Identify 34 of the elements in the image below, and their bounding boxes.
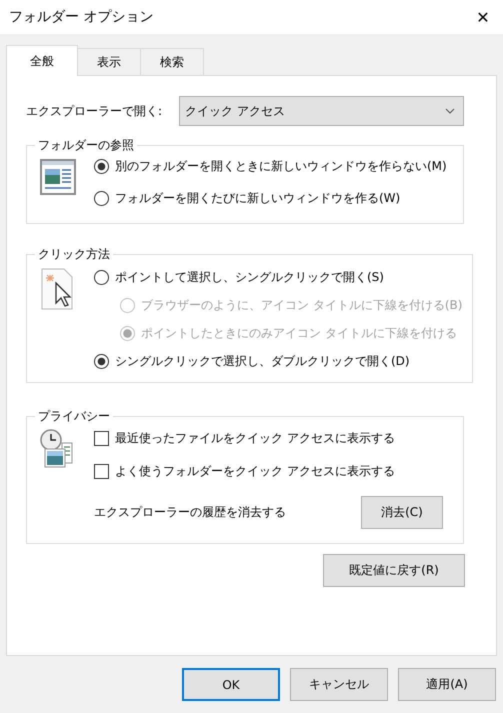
dialog-button[interactable]: キャンセル [290,668,388,701]
group-title: クリック方法 [37,246,111,263]
option-label: ポイントして選択し、シングルクリックで開く(S) [115,268,384,286]
open-in-label: エクスプローラーで開く: [26,102,164,120]
clear-history-label: エクスプローラーの履歴を消去する [94,504,286,521]
open-in-dropdown[interactable]: クイック アクセス [179,96,464,126]
dialog-button[interactable]: OK [182,668,280,701]
checkbox[interactable] [94,464,109,478]
restore-defaults-button[interactable]: 既定値に戻す(R) [323,554,465,587]
option-label: シングルクリックで選択し、ダブルクリックで開く(D) [115,352,410,370]
dialog-button[interactable]: 適用(A) [398,668,496,701]
close-button[interactable]: ✕ [463,0,503,34]
tab[interactable]: 検索 [140,48,204,75]
checkbox[interactable] [94,430,109,446]
chevron-icon [445,108,455,114]
dropdown-value: クイック アクセス [185,102,285,120]
checkbox-label: よく使うフォルダーをクイック アクセスに表示する [115,462,395,480]
option-label: ポイントしたときにのみアイコン タイトルに下線を付ける [141,324,457,342]
option-label: ブラウザーのように、アイコン タイトルに下線を付ける(B) [141,296,462,314]
radio-button[interactable] [94,190,109,206]
checkbox-label: 最近使ったファイルをクイック アクセスに表示する [115,430,395,446]
window-title: フォルダー オプション [9,8,154,26]
option-label: フォルダーを開くたびに新しいウィンドウを作る(W) [115,190,400,206]
page-pointer-icon [40,267,74,311]
group-title: フォルダーの参照 [37,137,135,154]
clock-documents-icon [40,429,74,469]
option-label: 別のフォルダーを開くときに新しいウィンドウを作らない(M) [115,158,447,174]
radio-button[interactable] [94,158,109,174]
window-picture-icon [40,158,76,196]
group-title: プライバシー [37,408,111,425]
clear-button[interactable]: 消去(C) [361,496,443,529]
radio-button[interactable] [94,354,109,368]
tab[interactable]: 全般 [6,45,78,76]
radio-button[interactable] [94,270,109,284]
